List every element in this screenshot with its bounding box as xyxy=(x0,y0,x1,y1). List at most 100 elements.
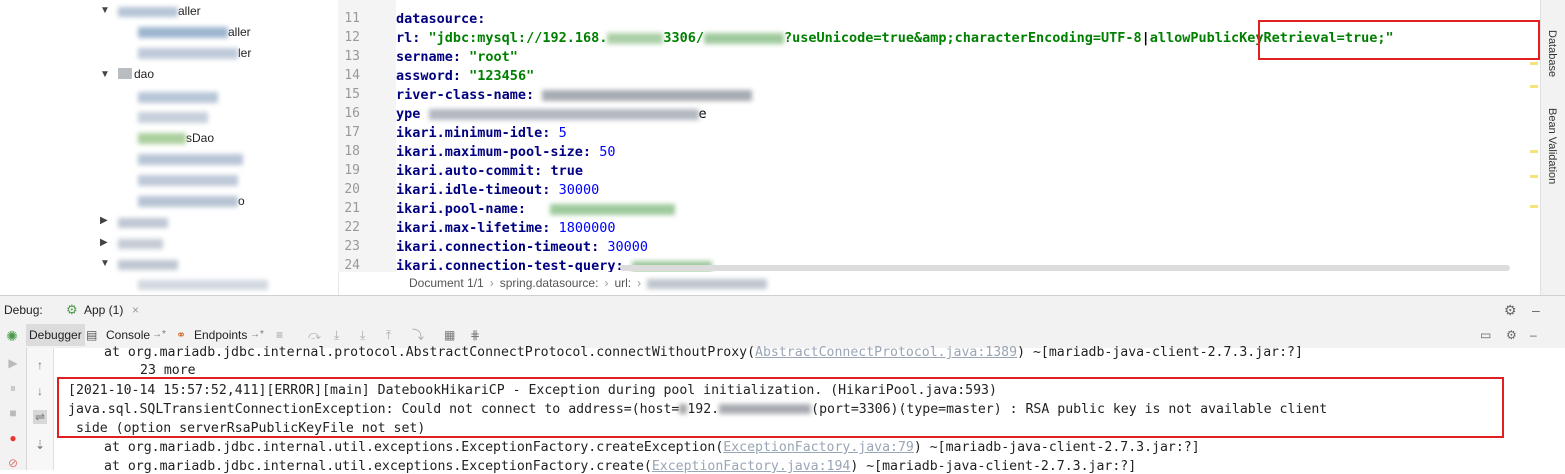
yaml-key: assword: xyxy=(396,68,462,84)
line-number: 15 xyxy=(344,87,360,102)
yaml-string: "jdbc:mysql://192.168. xyxy=(428,30,608,46)
pin-arrow-icon[interactable]: →* xyxy=(152,324,166,346)
tree-item[interactable]: sDao xyxy=(138,128,214,148)
tab-debugger[interactable]: Debugger xyxy=(26,324,85,346)
editor-gutter: 11 12 13 14 15 16 17 18 19 20 21 22 23 2… xyxy=(338,0,396,273)
code-line: ype e xyxy=(396,105,707,124)
tree-item[interactable]: aller xyxy=(118,1,201,21)
tree-item[interactable] xyxy=(138,87,218,107)
line-number: 12 xyxy=(344,30,360,45)
tab-database[interactable]: Database xyxy=(1546,30,1558,77)
trace-icon[interactable]: ⋕ xyxy=(470,324,480,346)
blurred-label xyxy=(138,279,268,290)
pin-arrow-icon[interactable]: →* xyxy=(250,324,264,346)
yaml-number: 30000 xyxy=(607,239,648,255)
tree-item[interactable]: o xyxy=(138,191,245,211)
line-number: 23 xyxy=(344,239,360,254)
run-to-cursor-icon[interactable]: ⤵ xyxy=(412,324,424,346)
scroll-marker xyxy=(1530,150,1538,153)
line-number: 19 xyxy=(344,163,360,178)
step-out-icon[interactable]: ⤒ xyxy=(386,324,391,346)
menu-icon[interactable]: ≡ xyxy=(276,324,283,346)
line-number: 18 xyxy=(344,144,360,159)
restore-layout-icon[interactable]: ▭ xyxy=(1480,324,1491,346)
expand-arrow-icon[interactable]: ▶ xyxy=(100,215,108,226)
line-number: 11 xyxy=(344,11,360,26)
tree-item[interactable] xyxy=(118,254,178,274)
tree-folder-dao[interactable]: dao xyxy=(118,64,154,84)
evaluate-icon[interactable]: ▦ xyxy=(444,324,455,346)
expand-arrow-icon[interactable]: ▶ xyxy=(100,237,108,248)
yaml-number: 30000 xyxy=(558,182,600,198)
debug-label: Debug: xyxy=(4,303,43,317)
text-cursor: | xyxy=(1141,30,1150,46)
scroll-marker xyxy=(1530,62,1538,65)
blurred-label xyxy=(138,175,238,187)
console-line: at org.mariadb.jdbc.internal.util.except… xyxy=(104,440,1200,455)
down-arrow-icon[interactable]: ↓ xyxy=(33,384,47,398)
step-over-icon[interactable]: ⤼ xyxy=(308,324,321,346)
gear-icon[interactable]: ⚙ xyxy=(1504,299,1517,321)
scroll-marker xyxy=(1530,85,1538,88)
step-into-icon[interactable]: ⤓ xyxy=(334,324,339,346)
yaml-key: ikari.max-lifetime: xyxy=(396,220,551,236)
tree-item-label: aller xyxy=(228,25,251,39)
tree-item[interactable] xyxy=(138,274,268,294)
yaml-key: ikari.maximum-pool-size: xyxy=(396,144,592,160)
code-line: ikari.minimum-idle: 5 xyxy=(396,124,567,143)
blurred-label xyxy=(118,259,178,270)
breadcrumb-item[interactable]: url: xyxy=(614,276,631,290)
redacted-ip xyxy=(607,32,664,44)
resume-icon[interactable]: ▶ xyxy=(6,356,20,370)
tree-item-label: sDao xyxy=(186,131,215,145)
expand-arrow-icon[interactable]: ▼ xyxy=(100,258,110,269)
settings-icon[interactable]: ⚙ xyxy=(1506,324,1517,346)
tree-item[interactable] xyxy=(138,170,238,190)
blurred-label xyxy=(118,217,168,228)
yaml-key: rl: xyxy=(396,30,421,46)
code-line: ikari.auto-commit: true xyxy=(396,162,583,181)
tree-item[interactable] xyxy=(118,233,163,253)
mute-breakpoints-icon[interactable]: ⊘ xyxy=(6,456,20,470)
stop-icon[interactable]: ■ xyxy=(6,406,20,420)
minimize-icon[interactable]: – xyxy=(1532,299,1540,321)
source-link[interactable]: AbstractConnectProtocol.java:1389 xyxy=(755,345,1017,360)
force-step-into-icon[interactable]: ⤓ xyxy=(360,324,365,346)
tree-item-label: aller xyxy=(178,4,201,18)
soft-wrap-icon[interactable]: ⇌ xyxy=(33,410,47,424)
close-icon[interactable]: × xyxy=(132,299,139,321)
expand-arrow-icon[interactable]: ▼ xyxy=(100,69,110,80)
tree-item[interactable] xyxy=(118,212,168,232)
breadcrumb: Document 1/1 › spring.datasource: › url: › xyxy=(396,272,1540,295)
redacted-value xyxy=(542,89,753,101)
tree-item[interactable] xyxy=(138,107,208,127)
tree-item[interactable] xyxy=(138,149,243,169)
tree-item-label: dao xyxy=(134,67,155,81)
source-link[interactable]: ExceptionFactory.java:194 xyxy=(652,459,851,474)
minimize-icon[interactable]: – xyxy=(1530,324,1537,346)
scroll-to-end-icon[interactable]: ⇣ xyxy=(33,438,47,452)
tree-item[interactable]: ler xyxy=(138,43,251,63)
blurred-label xyxy=(138,112,208,124)
tab-bean-validation[interactable]: Bean Validation xyxy=(1546,108,1558,184)
line-number: 17 xyxy=(344,125,360,140)
rerun-debug-icon[interactable]: ✺ xyxy=(0,325,24,347)
tab-console[interactable]: Console xyxy=(106,324,150,346)
console-line: 23 more xyxy=(140,363,196,378)
endpoints-icon: ⚭ xyxy=(176,328,187,342)
tab-endpoints[interactable]: Endpoints xyxy=(194,324,247,346)
pause-icon[interactable]: ⏸ xyxy=(6,381,20,395)
horizontal-scrollbar[interactable] xyxy=(620,265,1510,271)
breakpoints-icon[interactable]: ● xyxy=(6,431,20,445)
breadcrumb-item[interactable]: spring.datasource: xyxy=(500,276,599,290)
blurred-label xyxy=(138,48,238,60)
line-number: 20 xyxy=(344,182,360,197)
tab-app[interactable]: App (1) xyxy=(84,299,123,321)
project-tree[interactable]: ▼ aller aller ler ▼ dao sDao o ▶ ▶ ▼ xyxy=(0,0,339,295)
expand-arrow-icon[interactable]: ▼ xyxy=(100,5,110,16)
console-line: at org.mariadb.jdbc.internal.util.except… xyxy=(104,459,1137,474)
tree-item[interactable]: aller xyxy=(138,22,251,42)
breadcrumb-doc[interactable]: Document 1/1 xyxy=(409,276,484,290)
up-arrow-icon[interactable]: ↑ xyxy=(33,358,47,372)
source-link[interactable]: ExceptionFactory.java:79 xyxy=(723,440,914,455)
